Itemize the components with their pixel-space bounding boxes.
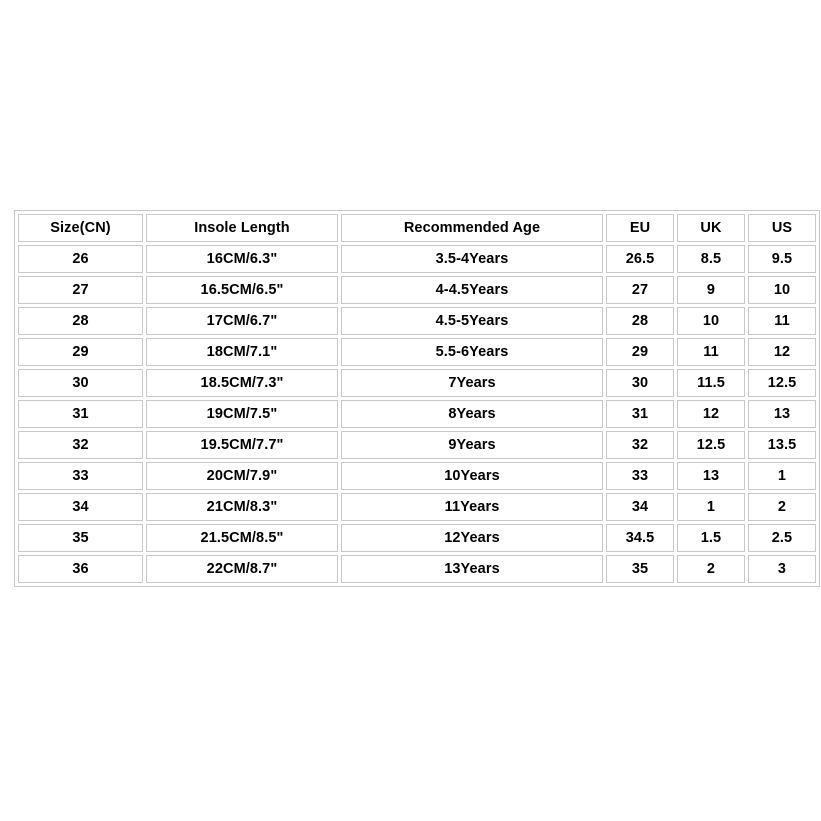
table-row: 33 20CM/7.9" 10Years 33 13 1 <box>18 462 816 490</box>
cell-recommended-age: 11Years <box>341 493 603 521</box>
cell-uk: 9 <box>677 276 745 304</box>
cell-eu: 31 <box>606 400 674 428</box>
cell-uk: 1.5 <box>677 524 745 552</box>
cell-eu: 29 <box>606 338 674 366</box>
cell-insole-length: 22CM/8.7" <box>146 555 338 583</box>
table-body: 26 16CM/6.3" 3.5-4Years 26.5 8.5 9.5 27 16.5CM/… <box>18 245 816 583</box>
cell-us: 2.5 <box>748 524 816 552</box>
cell-uk: 2 <box>677 555 745 583</box>
table-row: 29 18CM/7.1" 5.5-6Years 29 11 12 <box>18 338 816 366</box>
table-row: 28 17CM/6.7" 4.5-5Years 28 10 11 <box>18 307 816 335</box>
cell-us: 12 <box>748 338 816 366</box>
cell-uk: 1 <box>677 493 745 521</box>
cell-us: 13.5 <box>748 431 816 459</box>
table-row: 27 16.5CM/6.5" 4-4.5Years 27 9 10 <box>18 276 816 304</box>
table-row: 32 19.5CM/7.7" 9Years 32 12.5 13.5 <box>18 431 816 459</box>
cell-insole-length: 19.5CM/7.7" <box>146 431 338 459</box>
cell-insole-length: 19CM/7.5" <box>146 400 338 428</box>
size-chart-container: Size(CN) Insole Length Recommended Age EU UK… <box>14 210 820 587</box>
cell-size-cn: 31 <box>18 400 143 428</box>
cell-size-cn: 35 <box>18 524 143 552</box>
cell-us: 1 <box>748 462 816 490</box>
cell-us: 2 <box>748 493 816 521</box>
cell-recommended-age: 5.5-6Years <box>341 338 603 366</box>
cell-uk: 13 <box>677 462 745 490</box>
cell-insole-length: 21CM/8.3" <box>146 493 338 521</box>
column-header-size-cn: Size(CN) <box>18 214 143 242</box>
cell-us: 13 <box>748 400 816 428</box>
column-header-us: US <box>748 214 816 242</box>
cell-size-cn: 27 <box>18 276 143 304</box>
cell-recommended-age: 4-4.5Years <box>341 276 603 304</box>
table-row: 30 18.5CM/7.3" 7Years 30 11.5 12.5 <box>18 369 816 397</box>
cell-us: 3 <box>748 555 816 583</box>
table-row: 31 19CM/7.5" 8Years 31 12 13 <box>18 400 816 428</box>
cell-uk: 11.5 <box>677 369 745 397</box>
table-row: 36 22CM/8.7" 13Years 35 2 3 <box>18 555 816 583</box>
cell-us: 9.5 <box>748 245 816 273</box>
table-row: 34 21CM/8.3" 11Years 34 1 2 <box>18 493 816 521</box>
cell-uk: 11 <box>677 338 745 366</box>
cell-recommended-age: 8Years <box>341 400 603 428</box>
cell-recommended-age: 9Years <box>341 431 603 459</box>
cell-us: 12.5 <box>748 369 816 397</box>
cell-us: 10 <box>748 276 816 304</box>
cell-insole-length: 20CM/7.9" <box>146 462 338 490</box>
cell-size-cn: 32 <box>18 431 143 459</box>
cell-recommended-age: 13Years <box>341 555 603 583</box>
cell-insole-length: 17CM/6.7" <box>146 307 338 335</box>
cell-eu: 33 <box>606 462 674 490</box>
cell-insole-length: 18.5CM/7.3" <box>146 369 338 397</box>
cell-eu: 34.5 <box>606 524 674 552</box>
cell-recommended-age: 4.5-5Years <box>341 307 603 335</box>
cell-insole-length: 16CM/6.3" <box>146 245 338 273</box>
cell-uk: 12 <box>677 400 745 428</box>
cell-size-cn: 29 <box>18 338 143 366</box>
cell-eu: 32 <box>606 431 674 459</box>
cell-insole-length: 16.5CM/6.5" <box>146 276 338 304</box>
cell-eu: 35 <box>606 555 674 583</box>
cell-size-cn: 33 <box>18 462 143 490</box>
cell-eu: 26.5 <box>606 245 674 273</box>
cell-recommended-age: 10Years <box>341 462 603 490</box>
column-header-recommended-age: Recommended Age <box>341 214 603 242</box>
cell-eu: 27 <box>606 276 674 304</box>
cell-insole-length: 18CM/7.1" <box>146 338 338 366</box>
column-header-uk: UK <box>677 214 745 242</box>
size-chart-page: Size(CN) Insole Length Recommended Age EU UK… <box>0 0 821 821</box>
cell-insole-length: 21.5CM/8.5" <box>146 524 338 552</box>
table-header-row: Size(CN) Insole Length Recommended Age EU UK… <box>18 214 816 242</box>
table-row: 26 16CM/6.3" 3.5-4Years 26.5 8.5 9.5 <box>18 245 816 273</box>
table-header: Size(CN) Insole Length Recommended Age EU UK… <box>18 214 816 242</box>
cell-uk: 8.5 <box>677 245 745 273</box>
cell-size-cn: 36 <box>18 555 143 583</box>
cell-us: 11 <box>748 307 816 335</box>
cell-eu: 30 <box>606 369 674 397</box>
cell-recommended-age: 7Years <box>341 369 603 397</box>
cell-size-cn: 30 <box>18 369 143 397</box>
size-chart-table: Size(CN) Insole Length Recommended Age EU UK… <box>14 210 820 587</box>
cell-recommended-age: 12Years <box>341 524 603 552</box>
cell-size-cn: 26 <box>18 245 143 273</box>
cell-eu: 28 <box>606 307 674 335</box>
cell-uk: 12.5 <box>677 431 745 459</box>
cell-size-cn: 28 <box>18 307 143 335</box>
cell-size-cn: 34 <box>18 493 143 521</box>
cell-uk: 10 <box>677 307 745 335</box>
cell-recommended-age: 3.5-4Years <box>341 245 603 273</box>
column-header-eu: EU <box>606 214 674 242</box>
column-header-insole-length: Insole Length <box>146 214 338 242</box>
table-row: 35 21.5CM/8.5" 12Years 34.5 1.5 2.5 <box>18 524 816 552</box>
cell-eu: 34 <box>606 493 674 521</box>
